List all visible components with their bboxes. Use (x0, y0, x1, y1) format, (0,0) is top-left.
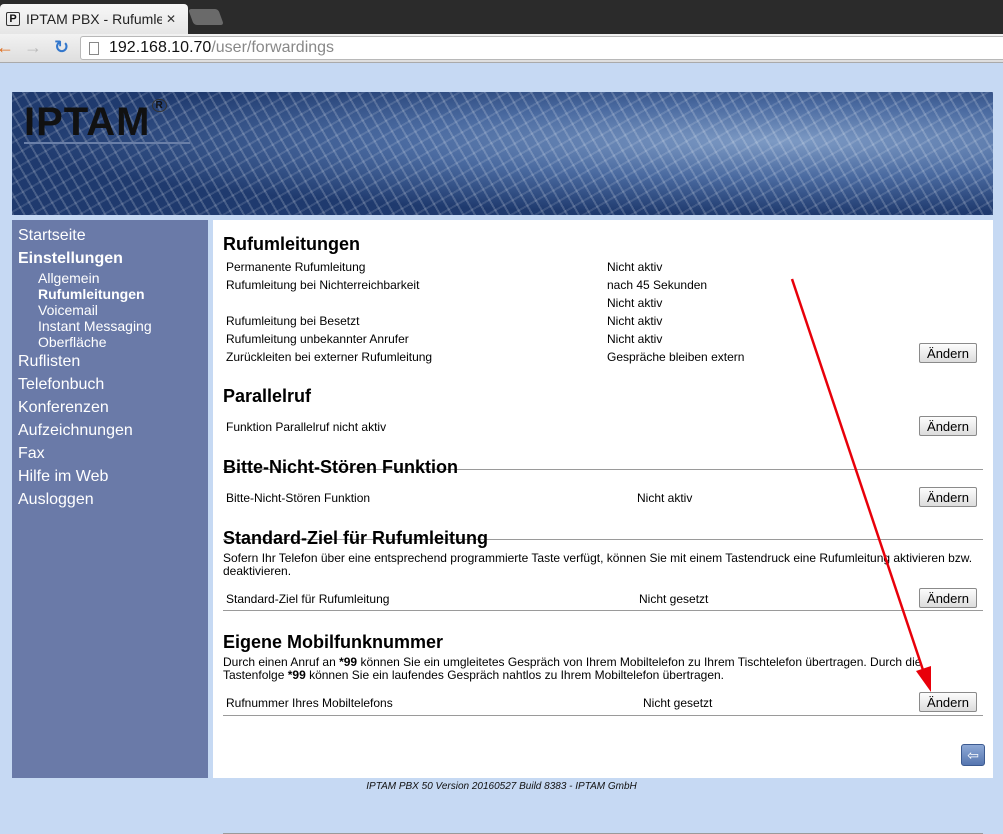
sidebar-subitem-instant-messaging[interactable]: Instant Messaging (38, 318, 208, 334)
sidebar-item-ausloggen[interactable]: Ausloggen (18, 488, 208, 511)
desc-text: können Sie ein laufendes Gespräch nahtlo… (305, 668, 725, 682)
forward-label: Rufumleitung bei Nichterreichbarkeit (226, 278, 420, 292)
change-parallelruf-button[interactable]: Ändern (919, 416, 977, 436)
section-description: Durch einen Anruf an *99 können Sie ein … (223, 656, 983, 682)
forward-value: Nicht aktiv (607, 296, 663, 310)
logo-underline (24, 142, 190, 144)
forward-row: Nicht aktiv (223, 294, 983, 312)
parallelruf-label: Funktion Parallelruf nicht aktiv (226, 420, 387, 434)
sidebar-subitem-allgemein[interactable]: Allgemein (38, 270, 208, 286)
browser-toolbar: ← → ↻ 192.168.10.70/user/forwardings (0, 34, 1003, 63)
sidebar-item-hilfe[interactable]: Hilfe im Web (18, 465, 208, 488)
section-description: Sofern Ihr Telefon über eine entsprechen… (223, 551, 973, 578)
forward-label: Rufumleitung unbekannter Anrufer (226, 332, 409, 346)
section-title: Bitte-Nicht-Stören Funktion (223, 457, 458, 477)
main-content: Rufumleitungen Permanente Rufumleitung N… (213, 220, 993, 834)
registered-mark: R (152, 99, 167, 112)
section-title: Eigene Mobilfunknummer (223, 632, 444, 652)
section-title: Standard-Ziel für Rufumleitung (223, 528, 488, 548)
change-rufumleitungen-button[interactable]: Ändern (919, 343, 977, 363)
section-mobilfunknummer: Eigene Mobilfunknummer Durch einen Anruf… (223, 632, 983, 712)
forward-value: Nicht aktiv (607, 332, 663, 346)
parallelruf-row: Funktion Parallelruf nicht aktiv Ändern (223, 416, 983, 436)
section-divider (223, 610, 983, 611)
section-title: Rufumleitungen (223, 234, 360, 254)
mobil-row: Rufnummer Ihres Mobiltelefons Nicht gese… (223, 692, 983, 712)
close-icon[interactable]: ✕ (166, 12, 176, 26)
standardziel-value: Nicht gesetzt (639, 592, 709, 606)
sidebar-subitem-rufumleitungen[interactable]: Rufumleitungen (38, 286, 208, 302)
forward-value: Nicht aktiv (607, 314, 663, 328)
standardziel-label: Standard-Ziel für Rufumleitung (226, 592, 390, 606)
section-bitte-nicht-stoeren: Bitte-Nicht-Stören Funktion Bitte-Nicht-… (223, 457, 983, 507)
sidebar-item-fax[interactable]: Fax (18, 442, 208, 465)
section-divider (223, 715, 983, 716)
iptam-logo: IPTAM R (24, 99, 167, 145)
sidebar-item-konferenzen[interactable]: Konferenzen (18, 396, 208, 419)
forward-row: Rufumleitung unbekannter Anrufer Nicht a… (223, 330, 983, 348)
mobil-value: Nicht gesetzt (643, 696, 713, 710)
iptam-favicon-icon: P (6, 12, 20, 26)
sidebar-subitem-voicemail[interactable]: Voicemail (38, 302, 208, 318)
sidebar-item-ruflisten[interactable]: Ruflisten (18, 350, 208, 373)
url-host: 192.168.10.70 (109, 39, 212, 56)
sidebar-nav: Startseite Einstellungen Allgemein Rufum… (12, 220, 208, 778)
sidebar-item-einstellungen[interactable]: Einstellungen (18, 247, 208, 270)
tab-title: IPTAM PBX - Rufumleitungen (26, 11, 162, 27)
forward-row: Permanente Rufumleitung Nicht aktiv (223, 258, 983, 276)
section-standard-ziel: Standard-Ziel für Rufumleitung Sofern Ih… (223, 528, 983, 608)
page-container: IPTAM R Startseite Einstellungen Allgemei… (12, 92, 993, 834)
back-arrow-icon[interactable]: ⇦ (961, 744, 985, 766)
bns-value: Nicht aktiv (637, 491, 693, 505)
forward-row: Rufumleitung bei Nichterreichbarkeit nac… (223, 276, 983, 294)
sidebar-item-telefonbuch[interactable]: Telefonbuch (18, 373, 208, 396)
section-parallelruf: Parallelruf Funktion Parallelruf nicht a… (223, 386, 983, 436)
url-text: 192.168.10.70/user/forwardings (109, 39, 334, 57)
section-title: Parallelruf (223, 386, 312, 406)
arrow-right-icon[interactable]: → (24, 37, 42, 57)
arrow-left-icon[interactable]: ← (0, 37, 14, 57)
reload-icon[interactable]: ↻ (54, 37, 69, 57)
forward-row: Rufumleitung bei Besetzt Nicht aktiv (223, 312, 983, 330)
desc-code: *99 (339, 655, 358, 669)
forward-value: Nicht aktiv (607, 260, 663, 274)
url-path: /user/forwardings (211, 39, 335, 56)
browser-tab[interactable]: P IPTAM PBX - Rufumleitungen ✕ (0, 4, 188, 34)
standardziel-row: Standard-Ziel für Rufumleitung Nicht ges… (223, 588, 983, 608)
desc-text: Durch einen Anruf an (223, 655, 340, 669)
address-bar[interactable]: 192.168.10.70/user/forwardings (80, 36, 1003, 60)
forward-value: nach 45 Sekunden (607, 278, 708, 292)
bns-row: Bitte-Nicht-Stören Funktion Nicht aktiv … (223, 487, 983, 507)
change-bns-button[interactable]: Ändern (919, 487, 977, 507)
sidebar-item-aufzeichnungen[interactable]: Aufzeichnungen (18, 419, 208, 442)
forward-value: Gespräche bleiben extern (607, 350, 745, 364)
section-rufumleitungen: Rufumleitungen Permanente Rufumleitung N… (223, 234, 983, 366)
browser-tabstrip: P IPTAM PBX - Rufumleitungen ✕ (0, 0, 1003, 34)
desc-code: *99 (287, 668, 306, 682)
sidebar-subitem-oberflaeche[interactable]: Oberfläche (38, 334, 208, 350)
footer-version: IPTAM PBX 50 Version 20160527 Build 8383… (366, 781, 637, 792)
sidebar-item-startseite[interactable]: Startseite (18, 224, 208, 247)
forward-label: Permanente Rufumleitung (226, 260, 366, 274)
logo-text: IPTAM (24, 100, 151, 144)
mobil-label: Rufnummer Ihres Mobiltelefons (226, 696, 393, 710)
change-mobil-button[interactable]: Ändern (919, 692, 977, 712)
new-tab-button[interactable] (188, 9, 224, 25)
forward-label: Rufumleitung bei Besetzt (226, 314, 360, 328)
forward-row: Zurückleiten bei externer Rufumleitung G… (223, 343, 983, 366)
bns-label: Bitte-Nicht-Stören Funktion (226, 491, 371, 505)
header-banner: IPTAM R (12, 92, 993, 215)
change-standardziel-button[interactable]: Ändern (919, 588, 977, 608)
forward-label: Zurückleiten bei externer Rufumleitung (226, 350, 433, 364)
page-icon (89, 41, 99, 55)
